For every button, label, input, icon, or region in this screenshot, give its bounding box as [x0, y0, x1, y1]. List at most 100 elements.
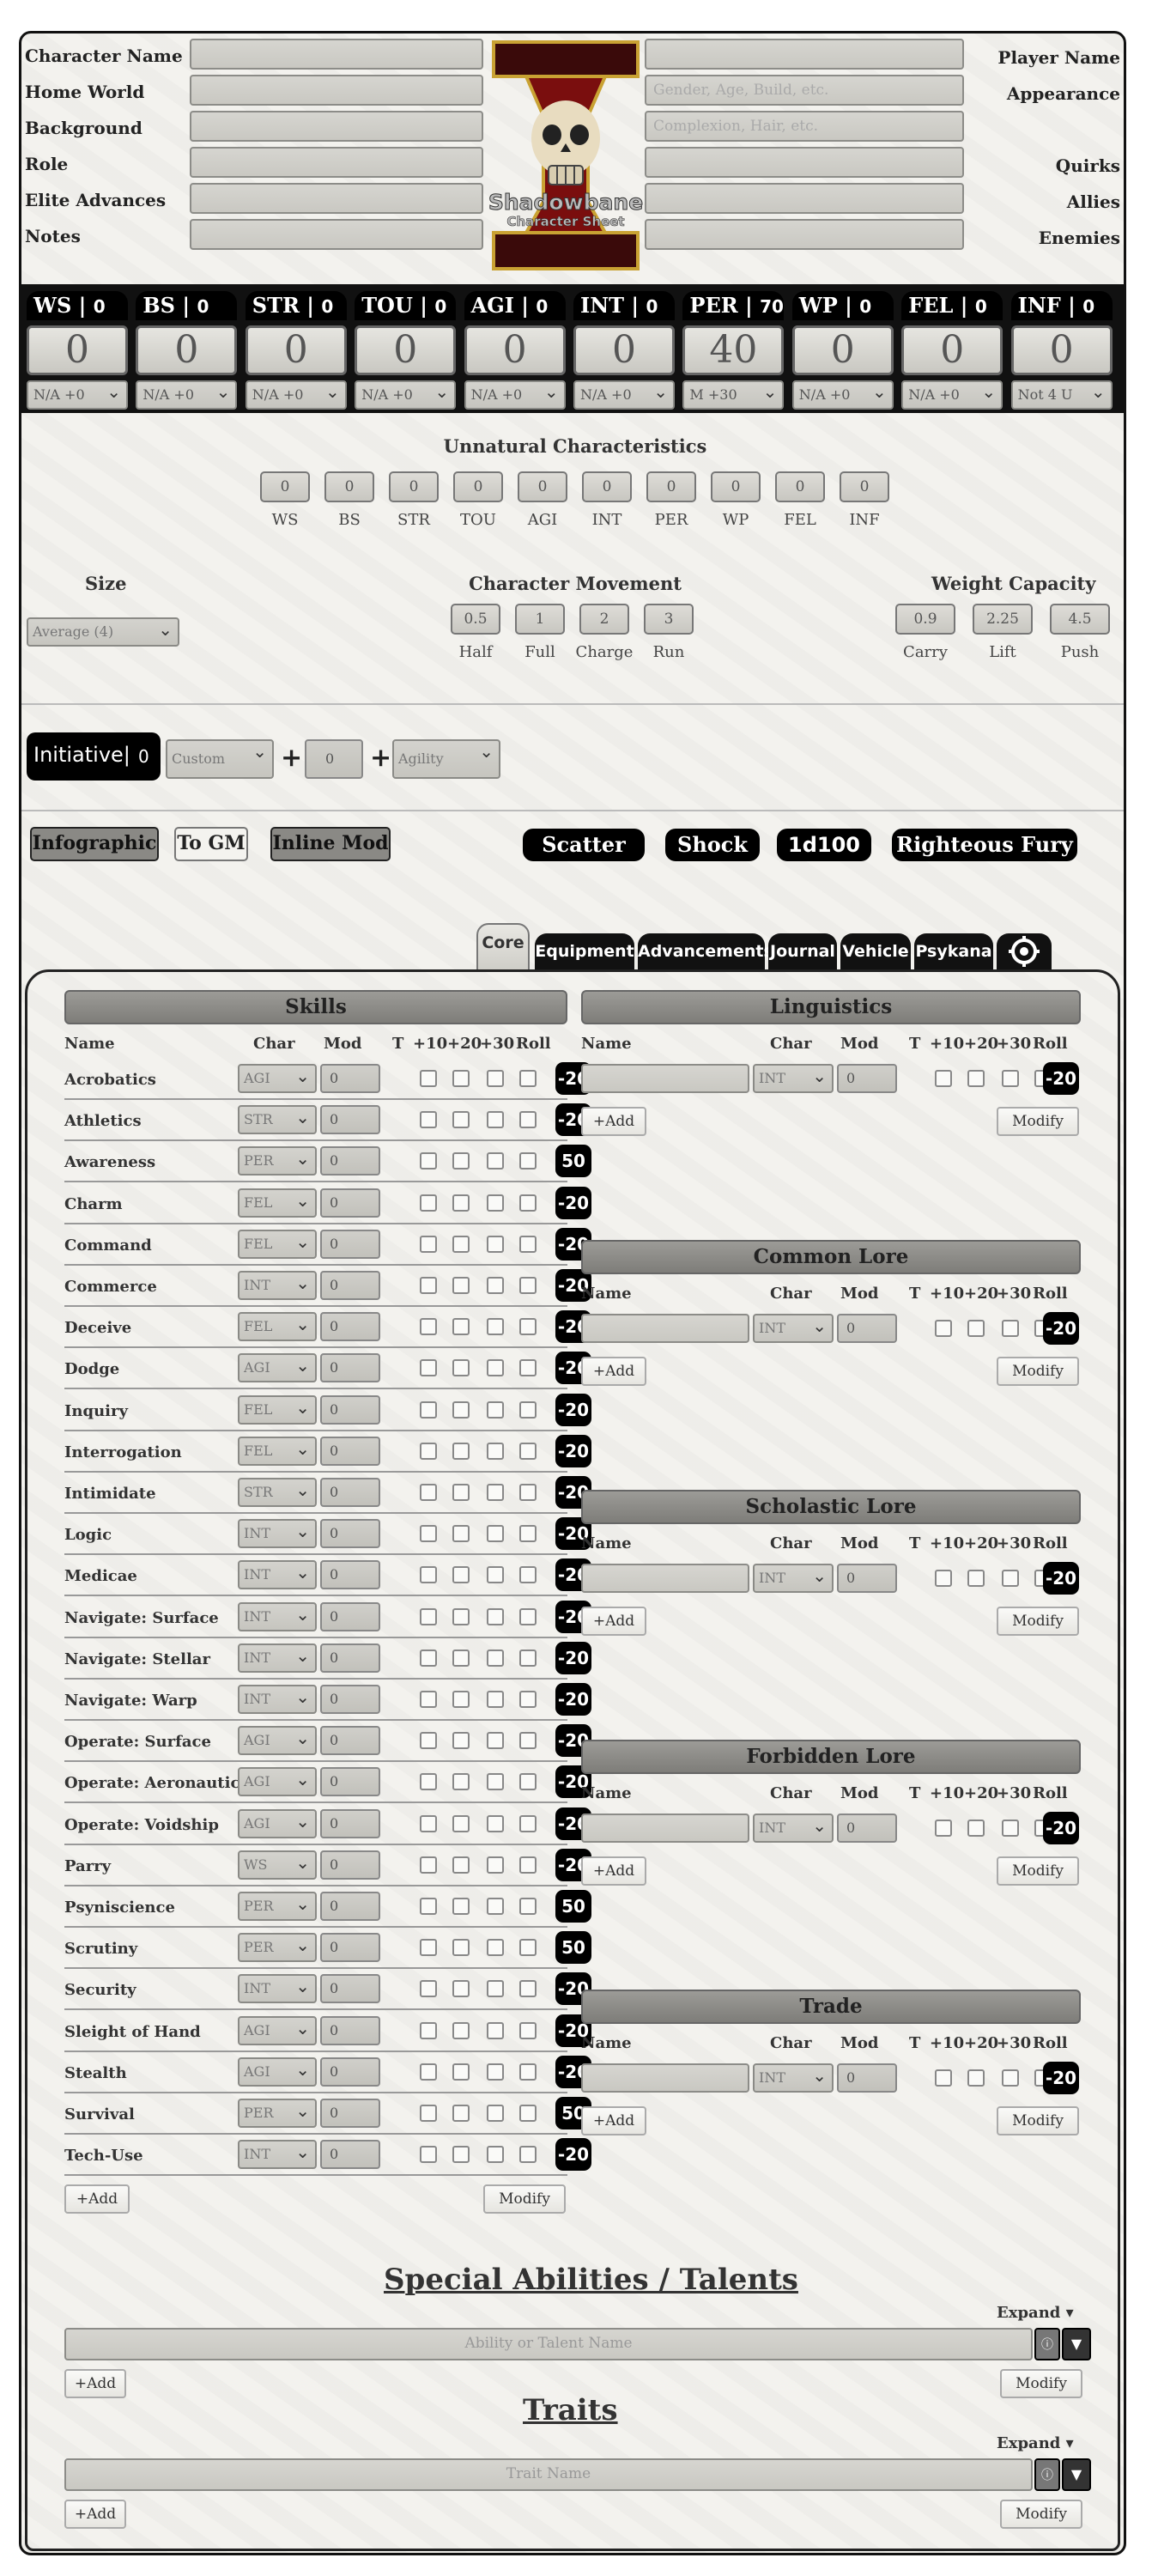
skill-checkbox-2[interactable]: [487, 1194, 504, 1212]
skill-checkbox-1[interactable]: [452, 1194, 470, 1212]
skill-checkbox-1[interactable]: [452, 1070, 470, 1087]
unnatural-input-agi[interactable]: 0: [518, 471, 567, 502]
header-input-left-5[interactable]: [190, 219, 483, 250]
skill-checkbox-2[interactable]: [487, 1277, 504, 1294]
tab-core[interactable]: Core: [476, 923, 530, 971]
stat-value-input[interactable]: 0: [136, 325, 238, 375]
skill-checkbox-1[interactable]: [452, 1649, 470, 1667]
unnatural-input-str[interactable]: 0: [389, 471, 439, 502]
skill-checkbox-1[interactable]: [452, 1691, 470, 1708]
righteous-fury-button[interactable]: Righteous Fury: [892, 829, 1077, 861]
skill-checkbox-2[interactable]: [487, 1442, 504, 1460]
stat-value-input[interactable]: 0: [901, 325, 1003, 375]
unnatural-input-fel[interactable]: 0: [775, 471, 825, 502]
skill-checkbox-3[interactable]: [519, 1152, 537, 1170]
skill-char-select[interactable]: INT: [238, 1974, 317, 2004]
skill-char-select[interactable]: FEL: [238, 1312, 317, 1342]
skill-checkbox-1[interactable]: [452, 1484, 470, 1501]
skill-char-select[interactable]: FEL: [238, 1436, 317, 1466]
stat-value-input[interactable]: 0: [791, 325, 894, 375]
skill-checkbox-3[interactable]: [519, 1318, 537, 1336]
tab-equipment[interactable]: Equipment: [535, 933, 634, 969]
skill-char-select[interactable]: INT: [238, 1685, 317, 1714]
skill-checkbox-1[interactable]: [452, 1152, 470, 1170]
skill-checkbox-2[interactable]: [487, 2146, 504, 2164]
linguistics-char-select[interactable]: INT: [753, 1064, 834, 1093]
forbidden-lore-add-button[interactable]: +Add: [581, 1856, 646, 1886]
talent-collapse-button[interactable]: ▼: [1062, 2328, 1091, 2360]
stat-advance-select[interactable]: N/A +0: [573, 380, 675, 410]
scholastic-lore-roll-button[interactable]: -20: [1043, 1562, 1079, 1595]
forbidden-lore-roll-button[interactable]: -20: [1043, 1812, 1079, 1844]
skill-checkbox-2[interactable]: [487, 1898, 504, 1915]
skill-checkbox-1[interactable]: [452, 1939, 470, 1957]
linguistics-checkbox-1[interactable]: [967, 1070, 985, 1087]
skill-checkbox-1[interactable]: [452, 2021, 470, 2039]
talent-info-button[interactable]: ⓘ: [1034, 2328, 1060, 2360]
stat-advance-select[interactable]: M +30: [682, 380, 785, 410]
header-input-left-1[interactable]: [190, 75, 483, 106]
skill-checkbox-0[interactable]: [420, 1939, 437, 1957]
unnatural-input-per[interactable]: 0: [646, 471, 696, 502]
skill-checkbox-1[interactable]: [452, 1898, 470, 1915]
skill-checkbox-3[interactable]: [519, 1111, 537, 1129]
skill-checkbox-0[interactable]: [420, 1856, 437, 1874]
header-input-right-2[interactable]: Complexion, Hair, etc.: [645, 111, 964, 142]
scholastic-lore-char-select[interactable]: INT: [753, 1564, 834, 1593]
talent-name-input[interactable]: Ability or Talent Name: [64, 2328, 1033, 2360]
stat-value-input[interactable]: 0: [27, 325, 128, 375]
trade-checkbox-2[interactable]: [1002, 2069, 1019, 2087]
skill-checkbox-1[interactable]: [452, 1607, 470, 1625]
skill-checkbox-1[interactable]: [452, 1856, 470, 1874]
skill-char-select[interactable]: FEL: [238, 1188, 317, 1218]
forbidden-lore-name-input[interactable]: [581, 1814, 749, 1843]
skill-mod-input[interactable]: 0: [320, 1933, 380, 1963]
skill-checkbox-0[interactable]: [420, 2105, 437, 2122]
skill-char-select[interactable]: PER: [238, 1892, 317, 1921]
skill-roll-button[interactable]: 50: [555, 1145, 591, 1178]
skill-checkbox-0[interactable]: [420, 2146, 437, 2164]
stat-advance-select[interactable]: N/A +0: [464, 380, 566, 410]
skill-checkbox-1[interactable]: [452, 2063, 470, 2081]
skill-checkbox-3[interactable]: [519, 1939, 537, 1957]
skill-checkbox-0[interactable]: [420, 1732, 437, 1750]
skill-checkbox-2[interactable]: [487, 2063, 504, 2081]
forbidden-lore-checkbox-0[interactable]: [935, 1820, 952, 1837]
stat-value-input[interactable]: 40: [682, 325, 785, 375]
common-lore-name-input[interactable]: [581, 1314, 749, 1343]
skill-checkbox-3[interactable]: [519, 1691, 537, 1708]
skill-mod-input[interactable]: 0: [320, 1312, 380, 1342]
skill-checkbox-3[interactable]: [519, 1566, 537, 1584]
header-input-left-3[interactable]: [190, 147, 483, 178]
skill-checkbox-2[interactable]: [487, 1814, 504, 1832]
scholastic-lore-add-button[interactable]: +Add: [581, 1607, 646, 1636]
skill-checkbox-3[interactable]: [519, 1649, 537, 1667]
scholastic-lore-checkbox-2[interactable]: [1002, 1570, 1019, 1587]
header-input-left-0[interactable]: [190, 39, 483, 70]
trait-info-button[interactable]: ⓘ: [1034, 2458, 1060, 2491]
skill-checkbox-0[interactable]: [420, 1898, 437, 1915]
skill-checkbox-3[interactable]: [519, 1194, 537, 1212]
stat-value-input[interactable]: 0: [1010, 325, 1113, 375]
skill-checkbox-2[interactable]: [487, 1525, 504, 1543]
skill-checkbox-0[interactable]: [420, 1773, 437, 1791]
linguistics-checkbox-0[interactable]: [935, 1070, 952, 1087]
header-input-right-1[interactable]: Gender, Age, Build, etc.: [645, 75, 964, 106]
initiative-mod-input[interactable]: 0: [305, 739, 363, 779]
stat-value-input[interactable]: 0: [355, 325, 457, 375]
trade-checkbox-1[interactable]: [967, 2069, 985, 2087]
skill-checkbox-3[interactable]: [519, 1607, 537, 1625]
skill-mod-input[interactable]: 0: [320, 1105, 380, 1135]
skill-checkbox-3[interactable]: [519, 2021, 537, 2039]
skill-mod-input[interactable]: 0: [320, 1808, 380, 1838]
skill-roll-button[interactable]: -20: [555, 1683, 591, 1716]
talents-modify-button[interactable]: Modify: [1000, 2369, 1082, 2398]
infographic-toggle[interactable]: Infographic: [30, 827, 159, 861]
stat-advance-select[interactable]: Not 4 U: [1010, 380, 1113, 410]
linguistics-modify-button[interactable]: Modify: [997, 1107, 1079, 1136]
skill-checkbox-0[interactable]: [420, 1525, 437, 1543]
trade-mod-input[interactable]: 0: [837, 2063, 897, 2093]
skill-checkbox-0[interactable]: [420, 1400, 437, 1419]
skills-modify-button[interactable]: Modify: [483, 2184, 566, 2215]
skill-roll-button[interactable]: -20: [555, 1393, 591, 1426]
